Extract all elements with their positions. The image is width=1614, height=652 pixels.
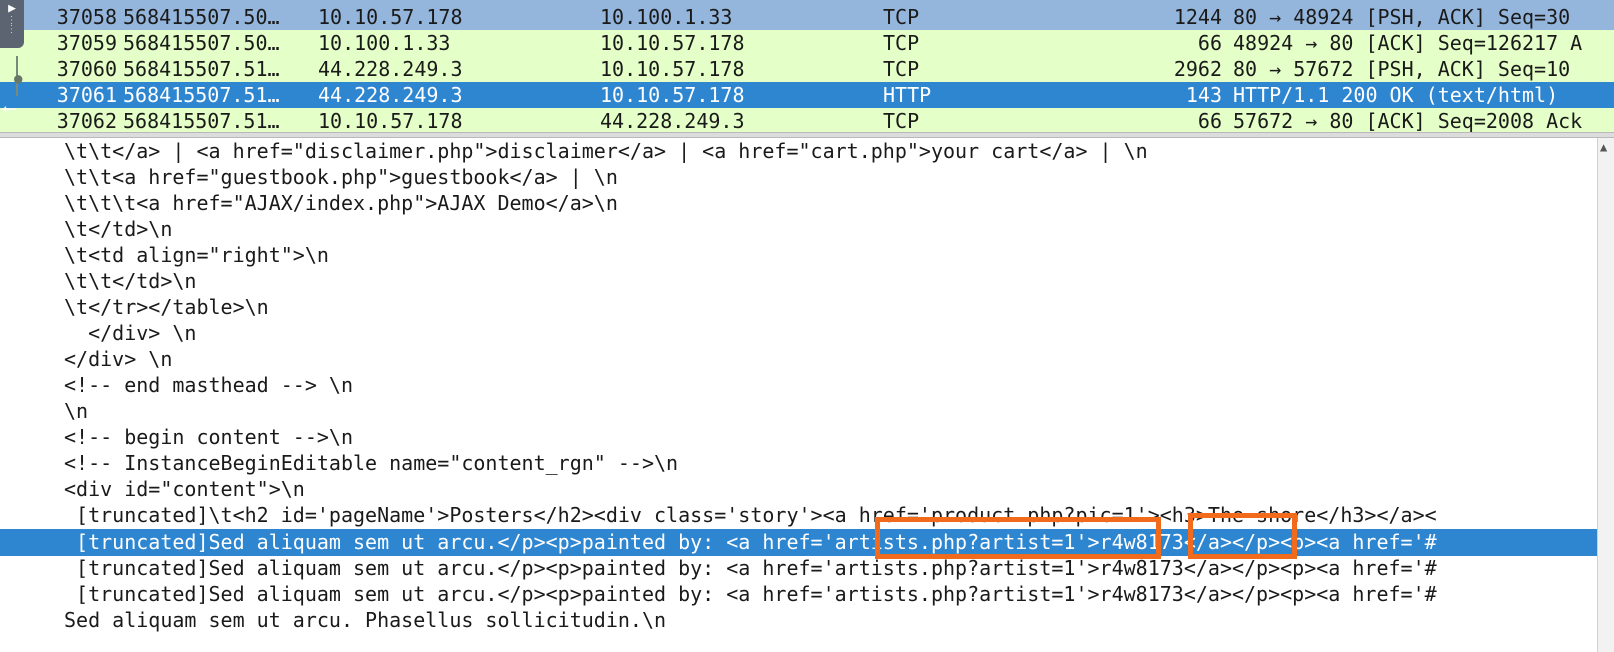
packet-source: 44.228.249.3 (318, 83, 463, 107)
packet-info: HTTP/1.1 200 OK (text/html) (1233, 83, 1559, 107)
packet-length: 1244 (1173, 5, 1222, 29)
play-menu-icon[interactable]: ▶ ⋮ ⋮ (0, 0, 24, 48)
packet-info: 48924 → 80 [ACK] Seq=126217 A (1233, 31, 1583, 55)
packet-info: 80 → 48924 [PSH, ACK] Seq=30 (1233, 5, 1571, 29)
content-line[interactable]: [truncated]Sed aliquam sem ut arcu.</p><… (0, 581, 1597, 608)
content-line[interactable]: \t</td>\n (0, 216, 1597, 243)
packet-info: 80 → 57672 [PSH, ACK] Seq=10 (1233, 57, 1571, 81)
packet-length: 2962 (1173, 57, 1222, 81)
packet-number: 37061 (56, 83, 117, 107)
packet-length: 66 (1197, 109, 1222, 132)
packet-time: 568415507.50… (123, 31, 280, 55)
related-packet-icon: ● (14, 71, 23, 87)
packet-destination: 10.100.1.33 (600, 5, 733, 29)
content-line[interactable]: [truncated]\t<h2 id='pageName'>Posters</… (0, 502, 1597, 529)
content-line-text: <!-- begin content -->\n (64, 425, 353, 449)
packet-time: 568415507.51… (123, 109, 280, 132)
scroll-up-arrow-icon[interactable]: ▲ (1600, 140, 1607, 154)
packet-bytes-pane[interactable]: \t\t</a> | <a href="disclaimer.php">disc… (0, 138, 1597, 652)
packet-destination: 44.228.249.3 (600, 109, 745, 132)
content-line-text: [truncated]Sed aliquam sem ut arcu.</p><… (64, 582, 1437, 606)
content-line-text: \t\t<a href="guestbook.php">guestbook</a… (64, 165, 618, 189)
packet-row[interactable]: 37060 568415507.51… 44.228.249.3 10.10.5… (0, 56, 1614, 82)
packet-time: 568415507.51… (123, 83, 280, 107)
packet-destination: 10.10.57.178 (600, 83, 745, 107)
content-line-text: <!-- InstanceBeginEditable name="content… (64, 451, 679, 475)
content-line-text: \t\t</td>\n (64, 269, 197, 293)
packet-source: 10.10.57.178 (318, 5, 463, 29)
content-line[interactable]: \t<td align="right">\n (0, 242, 1597, 269)
packet-source: 10.100.1.33 (318, 31, 451, 55)
packet-source: 10.10.57.178 (318, 109, 463, 132)
packet-row[interactable]: 37059 568415507.50… 10.100.1.33 10.10.57… (0, 30, 1614, 56)
packet-time: 568415507.50… (123, 5, 280, 29)
packet-row-selected[interactable]: 37061 568415507.51… 44.228.249.3 10.10.5… (0, 82, 1614, 108)
packet-number: 37059 (56, 31, 117, 55)
content-line-text: <div id="content">\n (64, 477, 305, 501)
content-line-text: \t</td>\n (64, 217, 173, 241)
packet-number: 37062 (56, 109, 117, 132)
content-line-text: </div> \n (64, 321, 197, 345)
content-line[interactable]: </div> \n (0, 320, 1597, 347)
packet-protocol: TCP (883, 31, 920, 55)
content-line[interactable]: \t\t\t<a href="AJAX/index.php">AJAX Demo… (0, 190, 1597, 217)
content-line[interactable]: <!-- InstanceBeginEditable name="content… (0, 450, 1597, 477)
content-line[interactable]: <!-- begin content -->\n (0, 424, 1597, 451)
content-line-text: \t<td align="right">\n (64, 243, 329, 267)
content-line-text: [truncated]Sed aliquam sem ut arcu.</p><… (64, 530, 1437, 554)
packet-length: 143 (1185, 83, 1222, 107)
packet-protocol: TCP (883, 5, 920, 29)
packet-number: 37058 (56, 5, 117, 29)
content-line[interactable]: \t</tr></table>\n (0, 294, 1597, 321)
content-line[interactable]: </div> \n (0, 346, 1597, 373)
packet-protocol: TCP (883, 109, 920, 132)
content-line[interactable]: <!-- end masthead --> \n (0, 372, 1597, 399)
content-line[interactable]: \t\t<a href="guestbook.php">guestbook</a… (0, 164, 1597, 191)
content-line[interactable]: [truncated]Sed aliquam sem ut arcu.</p><… (0, 555, 1597, 582)
content-line-text: \n (64, 399, 89, 423)
packet-protocol: TCP (883, 57, 920, 81)
vertical-scrollbar[interactable]: ▲ (1597, 138, 1614, 652)
content-line-text: [truncated]Sed aliquam sem ut arcu.</p><… (64, 556, 1437, 580)
packet-info: 57672 → 80 [ACK] Seq=2008 Ack (1233, 109, 1583, 132)
content-line-text: </div> \n (64, 347, 173, 371)
packet-destination: 10.10.57.178 (600, 57, 745, 81)
packet-destination: 10.10.57.178 (600, 31, 745, 55)
packet-row[interactable]: 37058 568415507.50… 10.10.57.178 10.100.… (0, 4, 1614, 30)
content-line[interactable]: \t\t</a> | <a href="disclaimer.php">disc… (0, 138, 1597, 165)
content-line[interactable]: Sed aliquam sem ut arcu. Phasellus solli… (0, 607, 1597, 634)
content-line-text: [truncated]\t<h2 id='pageName'>Posters</… (64, 503, 1437, 527)
content-line-selected[interactable]: [truncated]Sed aliquam sem ut arcu.</p><… (0, 529, 1597, 556)
content-line[interactable]: \n (0, 398, 1597, 425)
packet-protocol: HTTP (883, 83, 932, 107)
content-line-text: Sed aliquam sem ut arcu. Phasellus solli… (64, 608, 667, 632)
content-line-text: \t\t</a> | <a href="disclaimer.php">disc… (64, 139, 1148, 163)
packet-time: 568415507.51… (123, 57, 280, 81)
packet-length: 66 (1197, 31, 1222, 55)
content-line-text: \t</tr></table>\n (64, 295, 269, 319)
content-line-text: <!-- end masthead --> \n (64, 373, 353, 397)
content-line[interactable]: \t\t</td>\n (0, 268, 1597, 295)
response-arrow-icon: ⟵ (4, 98, 15, 119)
packet-list[interactable]: 37058 568415507.50… 10.10.57.178 10.100.… (0, 0, 1614, 132)
packet-number: 37060 (56, 57, 117, 81)
content-line-text: \t\t\t<a href="AJAX/index.php">AJAX Demo… (64, 191, 618, 215)
packet-row[interactable]: 37062 568415507.51… 10.10.57.178 44.228.… (0, 108, 1614, 132)
content-line[interactable]: <div id="content">\n (0, 476, 1597, 503)
packet-source: 44.228.249.3 (318, 57, 463, 81)
